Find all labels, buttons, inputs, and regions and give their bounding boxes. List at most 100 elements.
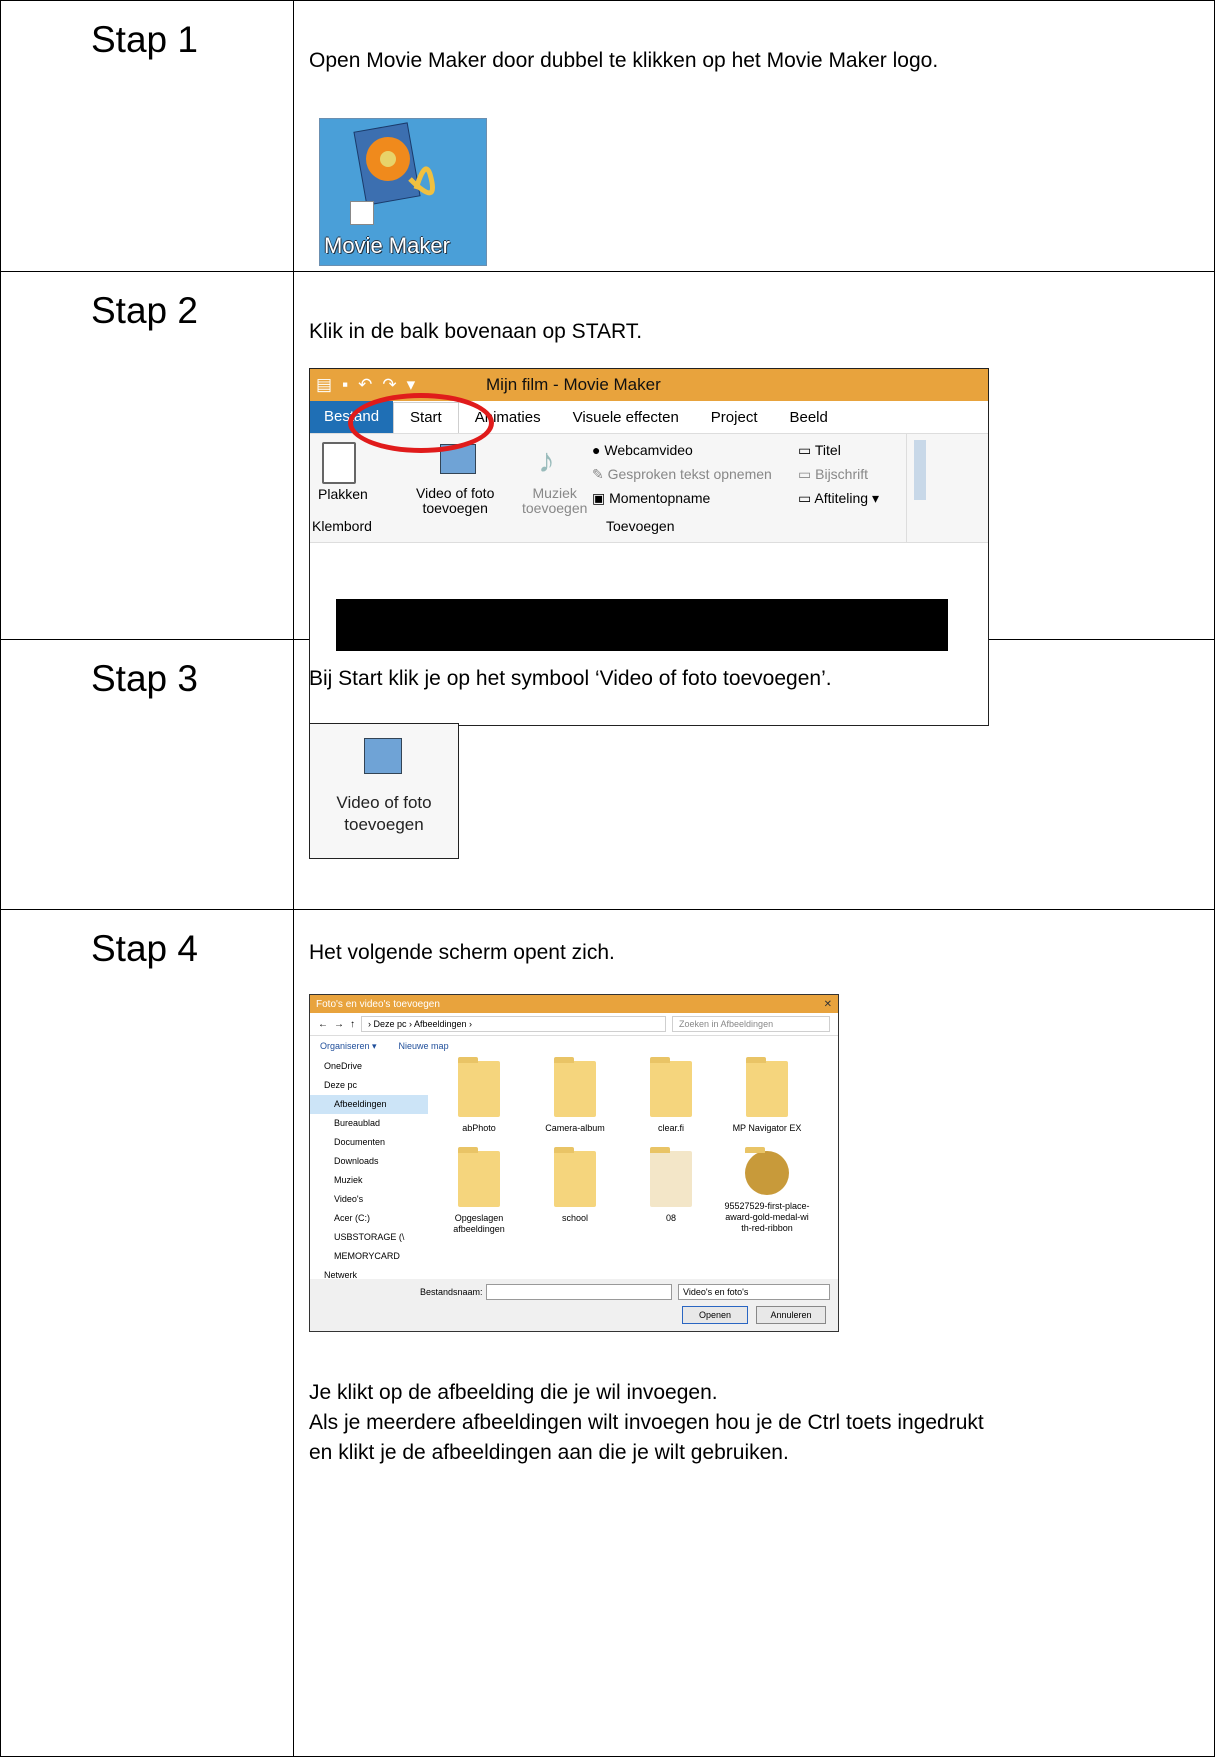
zoom-label-line-2: toevoegen	[344, 815, 424, 834]
dialog-title: Foto's en video's toevoegen	[316, 998, 440, 1010]
back-icon[interactable]: ←	[318, 1019, 328, 1030]
outro-line-1: Je klikt op de afbeelding die je wil inv…	[309, 1381, 718, 1404]
step-4-label: Stap 4	[91, 928, 198, 969]
file-grid: abPhoto Camera-album clear.fi MP Navigat…	[436, 1057, 826, 1281]
open-button[interactable]: Openen	[682, 1306, 748, 1324]
add-video-photo-button[interactable]: Video of foto toevoegen	[416, 486, 494, 516]
paste-button[interactable]: Plakken	[318, 486, 368, 502]
step-2-text: Klik in de balk bovenaan op START.	[309, 320, 643, 343]
nav-item-afbeeldingen[interactable]: Afbeeldingen	[310, 1095, 428, 1114]
file-name: clear.fi	[657, 1123, 684, 1133]
undo-icon[interactable]: ↶	[358, 375, 372, 395]
forward-icon[interactable]: →	[334, 1019, 344, 1030]
nav-item-acer[interactable]: Acer (C:)	[310, 1209, 428, 1228]
step-4-content: Het volgende scherm opent zich. Foto's e…	[293, 909, 1215, 1757]
file-name: Camera-album	[545, 1123, 605, 1133]
tab-beeld[interactable]: Beeld	[773, 409, 843, 426]
save-icon[interactable]: ▪	[342, 375, 348, 395]
new-folder-button[interactable]: Nieuwe map	[399, 1041, 449, 1051]
narration-button[interactable]: ✎ Gesproken tekst opnemen	[592, 466, 772, 483]
music-note-icon: ♪	[538, 442, 555, 480]
tab-project[interactable]: Project	[695, 409, 774, 426]
steps-table: Stap 1 Open Movie Maker door dubbel te k…	[0, 0, 1215, 1757]
file-name: abPhoto	[462, 1123, 496, 1133]
file-tile[interactable]: school	[532, 1147, 618, 1224]
shortcut-arrow-icon	[350, 201, 374, 225]
step-4-label-cell: Stap 4	[0, 909, 294, 1757]
up-icon[interactable]: ↑	[350, 1019, 355, 1030]
credits-button[interactable]: ▭ Aftiteling ▾	[798, 490, 879, 507]
customize-icon[interactable]: ▾	[407, 375, 416, 395]
file-name: 95527529-first-place-award-gold-medal-wi…	[724, 1201, 810, 1233]
group-divider	[906, 434, 907, 542]
filetype-select[interactable]: Video's en foto's	[678, 1284, 830, 1300]
step-4-outro: Je klikt op de afbeelding die je wil inv…	[309, 1378, 984, 1468]
filename-input[interactable]	[486, 1284, 672, 1300]
add-music-label-2: toevoegen	[522, 500, 588, 516]
step-4-text: Het volgende scherm opent zich.	[309, 941, 615, 964]
medal-thumbnail-icon	[745, 1147, 789, 1195]
step-2-content: Klik in de balk bovenaan op START. ▤ ▪ ↶…	[293, 271, 1215, 726]
add-photos-dialog: Foto's en video's toevoegen ✕ ← → ↑ › De…	[309, 994, 839, 1332]
add-video-photo-zoom-label: Video of foto toevoegen	[324, 792, 444, 836]
nav-item-onedrive[interactable]: OneDrive	[310, 1057, 428, 1076]
folder-icon	[458, 1147, 500, 1207]
file-tile[interactable]: Opgeslagen afbeeldingen	[436, 1147, 522, 1235]
add-video-photo-label-1: Video of foto	[416, 485, 495, 501]
organize-button[interactable]: Organiseren ▾	[320, 1041, 377, 1052]
clipboard-icon	[322, 442, 356, 484]
path-field[interactable]: › Deze pc › Afbeeldingen ›	[361, 1016, 666, 1032]
step-3-content: Bij Start klik je op het symbool ‘Video …	[293, 639, 1215, 910]
file-tile[interactable]: 95527529-first-place-award-gold-medal-wi…	[724, 1147, 810, 1234]
caption-button[interactable]: ▭ Bijschrift	[798, 466, 868, 483]
address-bar: ← → ↑ › Deze pc › Afbeeldingen › Zoeken …	[310, 1013, 838, 1036]
outro-line-3: en klikt je de afbeeldingen aan die je w…	[309, 1441, 789, 1464]
nav-item-documenten[interactable]: Documenten	[310, 1133, 428, 1152]
file-tile[interactable]: clear.fi	[628, 1057, 714, 1134]
step-1-text: Open Movie Maker door dubbel te klikken …	[309, 49, 939, 72]
search-input[interactable]: Zoeken in Afbeeldingen	[672, 1016, 830, 1032]
nav-item-muziek[interactable]: Muziek	[310, 1171, 428, 1190]
redo-icon[interactable]: ↷	[382, 375, 396, 395]
tab-visuele-effecten[interactable]: Visuele effecten	[557, 409, 695, 426]
step-2-label: Stap 2	[91, 290, 198, 331]
close-icon[interactable]: ✕	[824, 999, 832, 1010]
add-music-button[interactable]: Muziek toevoegen	[522, 486, 587, 516]
add-video-photo-button-zoom[interactable]: Video of foto toevoegen	[309, 723, 459, 859]
dialog-footer: Bestandsnaam: Video's en foto's Openen A…	[310, 1279, 838, 1331]
narration-label: Gesproken tekst opnemen	[607, 466, 772, 482]
nav-item-downloads[interactable]: Downloads	[310, 1152, 428, 1171]
snapshot-label: Momentopname	[609, 490, 711, 506]
add-video-photo-label-2: toevoegen	[422, 500, 488, 516]
folder-icon	[554, 1147, 596, 1207]
folder-icon	[650, 1057, 692, 1117]
add-music-label-1: Muziek	[532, 485, 577, 501]
file-tile[interactable]: MP Navigator EX	[724, 1057, 810, 1134]
file-tile[interactable]: 08	[628, 1147, 714, 1224]
snapshot-button[interactable]: ▣ Momentopname	[592, 490, 710, 507]
group-toevoegen-label: Toevoegen	[606, 518, 675, 534]
nav-item-deze-pc[interactable]: Deze pc	[310, 1076, 428, 1095]
filename-label: Bestandsnaam:	[420, 1287, 483, 1297]
nav-item-videos[interactable]: Video's	[310, 1190, 428, 1209]
file-tile[interactable]: Camera-album	[532, 1057, 618, 1134]
cancel-button[interactable]: Annuleren	[756, 1306, 826, 1324]
title-label: Titel	[814, 442, 841, 458]
app-icon: ▤	[316, 375, 333, 394]
nav-item-usbstorage[interactable]: USBSTORAGE (\	[310, 1228, 428, 1247]
nav-item-memorycard[interactable]: MEMORYCARD	[310, 1247, 428, 1266]
credits-label: Aftiteling	[814, 490, 869, 506]
dialog-titlebar: Foto's en video's toevoegen ✕	[310, 995, 838, 1013]
file-tile[interactable]: abPhoto	[436, 1057, 522, 1134]
webcam-button[interactable]: ● Webcamvideo	[592, 442, 693, 458]
visual-effects-preview	[914, 440, 926, 500]
step-1-label-cell: Stap 1	[0, 0, 294, 272]
file-name: MP Navigator EX	[732, 1123, 802, 1133]
file-name: 08	[665, 1213, 676, 1223]
folder-icon	[458, 1057, 500, 1117]
nav-item-bureaublad[interactable]: Bureaublad	[310, 1114, 428, 1133]
folder-icon	[746, 1057, 788, 1117]
webcam-label: Webcamvideo	[604, 442, 693, 458]
title-button[interactable]: ▭ Titel	[798, 442, 841, 459]
movie-maker-logo[interactable]: Movie Maker	[319, 118, 487, 266]
